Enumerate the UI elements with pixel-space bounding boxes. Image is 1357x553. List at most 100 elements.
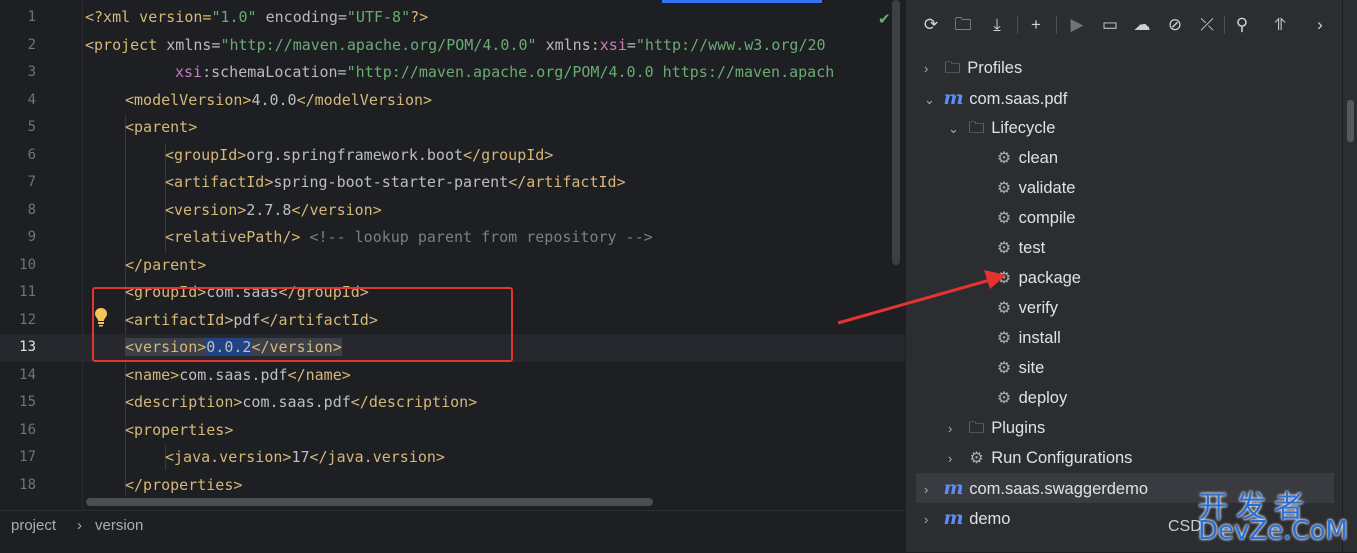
- reload-icon[interactable]: ⟳: [920, 14, 942, 36]
- code-line-7[interactable]: 7 <artifactId>spring-boot-starter-parent…: [0, 169, 905, 197]
- tree-item-label: com.saas.pdf: [969, 90, 1068, 108]
- line-text: <?xml version="1.0" encoding="UTF-8"?>: [85, 8, 429, 26]
- code-line-4[interactable]: 4 <modelVersion>4.0.0</modelVersion>: [0, 87, 905, 115]
- tree-item-plugins[interactable]: › 🗀 Plugins: [948, 413, 1045, 443]
- goal-label: deploy: [1018, 389, 1068, 407]
- maven-project-icon: m: [943, 507, 964, 529]
- line-text: <modelVersion>4.0.0</modelVersion>: [125, 90, 433, 109]
- goal-label: compile: [1018, 209, 1076, 227]
- reimport-folder-icon[interactable]: 🗀: [952, 14, 974, 36]
- line-number: 14: [19, 366, 36, 383]
- code-lines[interactable]: 1 <?xml version="1.0" encoding="UTF-8"?>…: [0, 0, 905, 510]
- execute-goal-icon[interactable]: ▭: [1099, 14, 1121, 36]
- tree-item-label: Profiles: [967, 59, 1023, 77]
- line-text: <project xmlns="http://maven.apache.org/…: [85, 35, 826, 54]
- lifecycle-goal-clean[interactable]: ⚙ clean: [994, 143, 1058, 173]
- line-number: 17: [19, 449, 36, 465]
- line-number: 1: [27, 9, 36, 25]
- line-number: 7: [27, 174, 36, 190]
- code-line-16[interactable]: 16 <properties>: [0, 417, 905, 445]
- code-line-15[interactable]: 15 <description>com.saas.pdf</descriptio…: [0, 389, 905, 417]
- line-number: 8: [27, 201, 36, 218]
- tool-strip-handle[interactable]: [1347, 100, 1354, 142]
- plugins-folder-icon: 🗀: [968, 420, 985, 437]
- code-line-3[interactable]: 3 xsi:schemaLocation="http://maven.apach…: [0, 59, 905, 87]
- show-dependencies-icon[interactable]: ⥣: [1269, 14, 1291, 36]
- lifecycle-goal-site[interactable]: ⚙ site: [994, 353, 1044, 383]
- line-number: 2: [27, 36, 36, 53]
- code-line-2[interactable]: 2 <project xmlns="http://maven.apache.or…: [0, 32, 905, 60]
- code-line-18[interactable]: 18 </properties>: [0, 472, 905, 500]
- chevron-down-icon[interactable]: ⌄: [924, 85, 938, 115]
- more-icon[interactable]: ›: [1309, 14, 1331, 36]
- tree-item-lifecycle[interactable]: ⌄ 🗀 Lifecycle: [948, 113, 1055, 143]
- folder-icon: 🗀: [944, 60, 961, 77]
- goal-label: install: [1018, 329, 1061, 347]
- line-number: 18: [19, 476, 36, 493]
- run-icon[interactable]: ▶: [1066, 14, 1088, 36]
- code-line-5[interactable]: 5 <parent>: [0, 114, 905, 142]
- editor-horizontal-scrollbar[interactable]: [86, 498, 653, 506]
- chevron-down-icon[interactable]: ⌄: [948, 114, 962, 144]
- code-line-9[interactable]: 9 <relativePath/> <!-- lookup parent fro…: [0, 224, 905, 252]
- analyze-dependencies-icon[interactable]: ⚲: [1231, 14, 1253, 36]
- collapse-all-icon[interactable]: ⤫: [1196, 14, 1218, 36]
- code-editor[interactable]: ✔ 1 <?xml version="1.0" encoding="UTF-8"…: [0, 0, 905, 510]
- lifecycle-goal-test[interactable]: ⚙ test: [994, 233, 1045, 263]
- line-number: 9: [27, 229, 36, 245]
- add-icon[interactable]: +: [1025, 14, 1047, 36]
- goal-label: package: [1018, 269, 1081, 287]
- skip-tests-icon[interactable]: ⊘: [1164, 14, 1186, 36]
- breadcrumb-project[interactable]: project: [11, 517, 56, 534]
- maven-tool-window: ⟳ 🗀 ⤓ + ▶ ▭ ☁ ⊘ ⤫ ⚲ ⥣ › › 🗀 Profiles ⌄ m…: [905, 0, 1343, 552]
- tree-item-profiles[interactable]: › 🗀 Profiles: [924, 53, 1022, 83]
- chevron-right-icon[interactable]: ›: [948, 414, 962, 444]
- tree-item-label: demo: [969, 510, 1011, 528]
- lifecycle-goal-package[interactable]: ⚙ package: [994, 263, 1081, 293]
- chevron-right-icon[interactable]: ›: [924, 505, 938, 535]
- gear-icon: ⚙: [996, 150, 1012, 167]
- tree-item-label: Run Configurations: [991, 449, 1133, 467]
- lifecycle-folder-icon: 🗀: [968, 120, 985, 137]
- lifecycle-goal-deploy[interactable]: ⚙ deploy: [994, 383, 1067, 413]
- goal-label: clean: [1018, 149, 1059, 167]
- lifecycle-goal-compile[interactable]: ⚙ compile: [994, 203, 1076, 233]
- line-text: <java.version>17</java.version>: [165, 448, 445, 466]
- gear-icon: ⚙: [996, 330, 1012, 347]
- toolbar-separator: [1224, 16, 1225, 34]
- breadcrumb-separator: ›: [77, 517, 82, 534]
- right-tool-strip: [1342, 0, 1357, 552]
- breadcrumb-version[interactable]: version: [95, 517, 143, 534]
- goal-label: verify: [1018, 299, 1059, 317]
- annotation-highlight-box: [92, 287, 513, 362]
- gear-icon: ⚙: [996, 390, 1012, 407]
- code-line-10[interactable]: 10 </parent>: [0, 252, 905, 280]
- code-line-1[interactable]: 1 <?xml version="1.0" encoding="UTF-8"?>: [0, 4, 905, 32]
- offline-icon[interactable]: ☁: [1131, 14, 1153, 36]
- chevron-right-icon[interactable]: ›: [948, 444, 962, 474]
- code-line-8[interactable]: 8 <version>2.7.8</version>: [0, 197, 905, 225]
- tree-item-run-configurations[interactable]: › ⚙ Run Configurations: [948, 443, 1132, 473]
- maven-toolbar: ⟳ 🗀 ⤓ + ▶ ▭ ☁ ⊘ ⤫ ⚲ ⥣ ›: [906, 8, 1343, 42]
- line-text: <properties>: [125, 420, 234, 439]
- chevron-right-icon[interactable]: ›: [924, 475, 938, 505]
- chevron-right-icon[interactable]: ›: [924, 54, 938, 84]
- line-text: <parent>: [125, 118, 198, 136]
- code-line-6[interactable]: 6 <groupId>org.springframework.boot</gro…: [0, 142, 905, 170]
- line-text: <version>2.7.8</version>: [165, 200, 382, 219]
- gear-icon: ⚙: [996, 240, 1012, 257]
- line-text: xsi:schemaLocation="http://maven.apache.…: [175, 63, 835, 81]
- code-line-17[interactable]: 17 <java.version>17</java.version>: [0, 444, 905, 472]
- code-line-14[interactable]: 14 <name>com.saas.pdf</name>: [0, 362, 905, 390]
- editor-vertical-scrollbar[interactable]: [892, 0, 900, 265]
- lifecycle-goal-install[interactable]: ⚙ install: [994, 323, 1061, 353]
- lifecycle-goal-validate[interactable]: ⚙ validate: [994, 173, 1076, 203]
- tree-item-project-demo[interactable]: › m demo: [924, 503, 1010, 533]
- tree-item-project-com-saas-pdf[interactable]: ⌄ m com.saas.pdf: [924, 83, 1067, 113]
- gear-icon: ⚙: [996, 270, 1012, 287]
- download-icon[interactable]: ⤓: [986, 14, 1008, 36]
- line-number: 5: [27, 119, 36, 135]
- gear-icon: ⚙: [996, 180, 1012, 197]
- line-number: 10: [19, 256, 36, 273]
- lifecycle-goal-verify[interactable]: ⚙ verify: [994, 293, 1058, 323]
